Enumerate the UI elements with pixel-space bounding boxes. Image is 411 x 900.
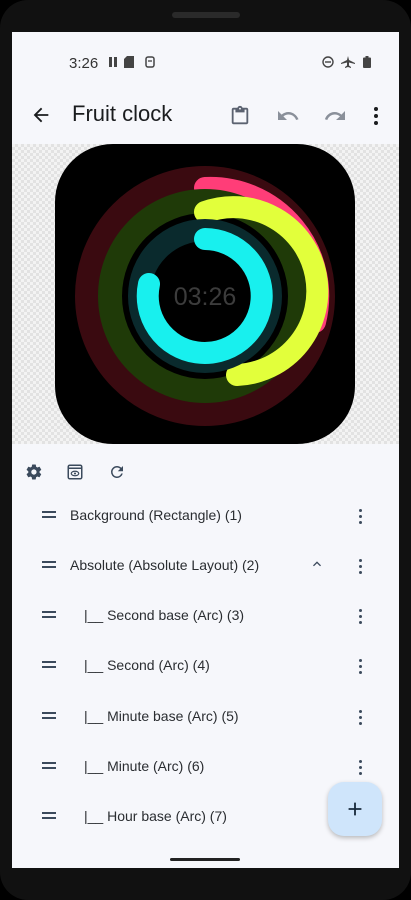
clock-text: 03:26: [174, 283, 237, 311]
overflow-menu-button[interactable]: [360, 100, 392, 132]
refresh-icon: [110, 466, 123, 478]
refresh-button[interactable]: [105, 460, 129, 484]
paste-button[interactable]: [224, 100, 256, 132]
settings-button[interactable]: [22, 460, 46, 484]
status-bar: 3:26: [12, 32, 399, 92]
more-vert-icon[interactable]: [355, 604, 365, 628]
drag-handle-icon[interactable]: [42, 812, 56, 822]
drag-handle-icon[interactable]: [42, 712, 56, 722]
dnd-icon: [322, 56, 334, 68]
sim-icon: [109, 57, 117, 67]
status-time: 3:26: [69, 55, 99, 72]
undo-button[interactable]: [272, 100, 304, 132]
gear-icon: [26, 464, 42, 480]
more-vert-icon[interactable]: [355, 654, 365, 678]
drag-handle-icon[interactable]: [42, 511, 56, 521]
drag-handle-icon[interactable]: [42, 762, 56, 772]
layer-label: |__ Minute (Arc) (6): [84, 758, 205, 774]
drag-handle-icon[interactable]: [42, 661, 56, 671]
airplane-icon: [341, 56, 355, 68]
phone-frame: 3:26 Fruit clock 03:26 Background (Recta…: [0, 0, 411, 900]
redo-button[interactable]: [319, 100, 351, 132]
app-bar: Fruit clock: [12, 92, 399, 144]
battery-icon: [363, 56, 371, 68]
preview-icon: [67, 464, 83, 480]
drag-handle-icon[interactable]: [42, 611, 56, 621]
chevron-up-icon[interactable]: [309, 556, 325, 572]
sd-card-icon: [124, 56, 134, 68]
arrow-back-icon[interactable]: [30, 104, 52, 126]
preview-button[interactable]: [63, 460, 87, 484]
activity-rings: 03:26: [75, 166, 335, 426]
drag-handle-icon[interactable]: [42, 561, 56, 571]
layer-label: Background (Rectangle) (1): [70, 507, 242, 523]
undo-icon: [278, 111, 299, 120]
add-layer-button[interactable]: [328, 782, 382, 836]
list-item[interactable]: Absolute (Absolute Layout) (2): [12, 542, 399, 592]
more-vert-icon[interactable]: [355, 554, 365, 578]
page-title: Fruit clock: [72, 101, 173, 126]
list-item[interactable]: |__ Second base (Arc) (3): [12, 592, 399, 642]
layer-label: |__ Second (Arc) (4): [84, 657, 210, 673]
clipboard-icon: [231, 105, 249, 125]
screen: 3:26 Fruit clock 03:26 Background (Recta…: [12, 32, 399, 868]
add-icon: [348, 802, 362, 816]
more-vert-icon[interactable]: [355, 755, 365, 779]
preview-toolbar: [12, 456, 399, 488]
list-item[interactable]: |__ Second (Arc) (4): [12, 642, 399, 692]
layer-label: |__ Minute base (Arc) (5): [84, 708, 239, 724]
storage-icon: [145, 56, 155, 68]
layer-label: |__ Hour base (Arc) (7): [84, 808, 227, 824]
list-item[interactable]: |__ Minute base (Arc) (5): [12, 693, 399, 743]
more-vert-icon: [374, 107, 378, 125]
redo-icon: [324, 111, 345, 120]
list-item[interactable]: Background (Rectangle) (1): [12, 492, 399, 542]
more-vert-icon[interactable]: [355, 705, 365, 729]
watch-face[interactable]: 03:26: [55, 144, 355, 444]
watchface-preview: 03:26: [12, 144, 399, 444]
more-vert-icon[interactable]: [355, 504, 365, 528]
layer-label: |__ Second base (Arc) (3): [84, 607, 245, 623]
gesture-nav-bar[interactable]: [170, 858, 240, 861]
layer-label: Absolute (Absolute Layout) (2): [70, 557, 260, 573]
speaker: [172, 12, 240, 18]
